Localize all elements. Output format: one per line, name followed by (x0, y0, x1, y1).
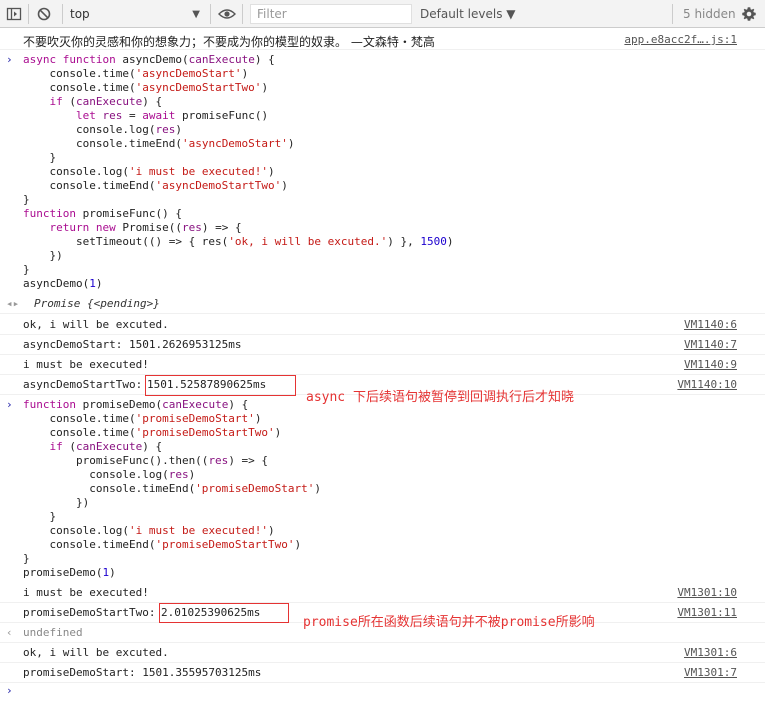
eye-icon[interactable] (218, 0, 236, 28)
input-prompt-icon: › (6, 684, 13, 697)
input-prompt-icon: › (6, 398, 13, 411)
log-message: i must be executed! (23, 586, 149, 599)
log-label: asyncDemoStartTwo: (23, 378, 149, 391)
log-entry: ok, i will be excuted. VM1301:6 (0, 643, 765, 663)
log-message: 不要吹灭你的灵感和你的想象力；不要成为你的模型的奴隶。 —文森特・梵高 (23, 35, 435, 49)
source-link[interactable]: VM1140:10 (677, 378, 737, 391)
expand-arrow-icon[interactable]: ◂▸ (6, 297, 19, 310)
log-entry: ok, i will be excuted. VM1140:6 (0, 315, 765, 335)
async-annotation: async 下后续语句被暂停到回调执行后才知晓 (306, 390, 574, 405)
context-selector[interactable]: top ▼ (70, 0, 206, 28)
source-link[interactable]: VM1301:6 (684, 646, 737, 659)
promise-result: Promise {<pending>} (34, 297, 160, 310)
log-label: promiseDemoStartTwo: (23, 606, 163, 619)
log-levels-dropdown[interactable]: Default levels ▼ (420, 0, 516, 28)
source-link[interactable]: VM1140:6 (684, 318, 737, 331)
result-row[interactable]: ◂▸ Promise {<pending>} (0, 294, 765, 314)
log-entry: asyncDemoStart: 1501.2626953125ms VM1140… (0, 335, 765, 355)
console-input-block: › async function asyncDemo(canExecute) {… (0, 51, 765, 293)
code-block-async: async function asyncDemo(canExecute) { c… (23, 53, 454, 290)
log-entry: 不要吹灭你的灵感和你的想象力；不要成为你的模型的奴隶。 —文森特・梵高 app.… (0, 30, 765, 50)
highlight-box (145, 375, 296, 396)
promise-annotation: promise所在函数后续语句并不被promise所影响 (303, 615, 595, 630)
highlight-box (159, 603, 289, 623)
chevron-down-icon: ▼ (192, 8, 200, 20)
source-link[interactable]: VM1301:7 (684, 666, 737, 679)
log-entry: promiseDemoStart: 1501.35595703125ms VM1… (0, 663, 765, 683)
log-entry: i must be executed! VM1301:10 (0, 583, 765, 603)
source-link[interactable]: VM1301:11 (677, 606, 737, 619)
source-link[interactable]: VM1140:9 (684, 358, 737, 371)
hidden-count: 5 hidden (683, 7, 736, 21)
log-message: promiseDemoStart: 1501.35595703125ms (23, 666, 262, 679)
source-link[interactable]: VM1301:10 (677, 586, 737, 599)
log-message: ok, i will be excuted. (23, 646, 169, 659)
log-message: ok, i will be excuted. (23, 318, 169, 331)
log-message: asyncDemoStart: 1501.2626953125ms (23, 338, 242, 351)
source-link[interactable]: VM1140:7 (684, 338, 737, 351)
console-toolbar: top ▼ Default levels ▼ 5 hidden (0, 0, 765, 28)
clear-console-icon[interactable] (36, 0, 52, 28)
source-link[interactable]: app.e8acc2f….js:1 (624, 33, 737, 46)
console-input-block: › function promiseDemo(canExecute) { con… (0, 396, 765, 582)
log-levels-label: Default levels ▼ (420, 7, 516, 21)
settings-gear-icon[interactable] (741, 0, 757, 28)
log-message: i must be executed! (23, 358, 149, 371)
context-value: top (70, 7, 90, 21)
console-prompt[interactable]: › (0, 684, 765, 702)
result-arrow-icon: ‹ (6, 626, 13, 639)
input-prompt-icon: › (6, 53, 13, 66)
filter-input[interactable] (250, 4, 412, 24)
sidebar-toggle-icon[interactable] (6, 0, 22, 28)
code-block-promise: function promiseDemo(canExecute) { conso… (23, 398, 322, 579)
undefined-result: undefined (23, 626, 83, 639)
log-entry: i must be executed! VM1140:9 (0, 355, 765, 375)
